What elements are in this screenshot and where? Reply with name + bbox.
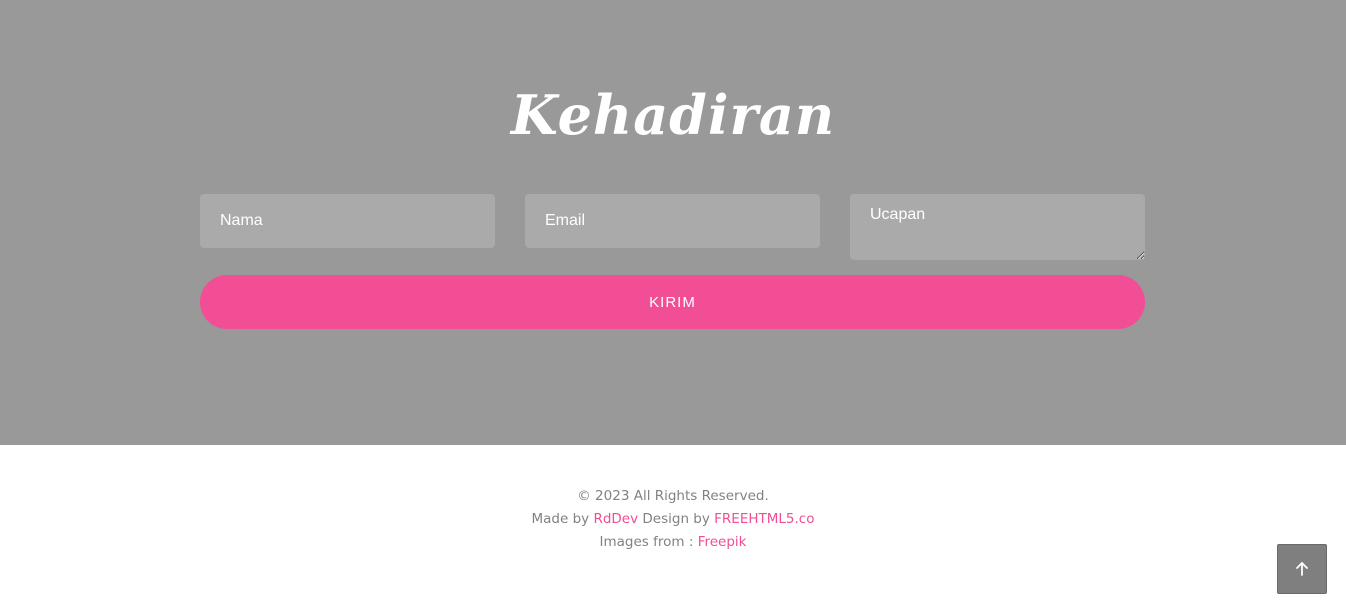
go-to-top-button[interactable] [1277, 544, 1327, 594]
credits-line: Made by RdDev Design by FREEHTML5.co [0, 508, 1346, 531]
design-by-label: Design by [642, 511, 710, 527]
footer: © 2023 All Rights Reserved. Made by RdDe… [0, 485, 1346, 554]
arrow-up-icon [1296, 562, 1308, 576]
section-title: Kehadiran [510, 83, 836, 147]
freepik-link[interactable]: Freepik [698, 534, 747, 550]
freehtml5-link[interactable]: FREEHTML5.co [714, 511, 814, 527]
images-credit-line: Images from : Freepik [0, 531, 1346, 554]
email-input[interactable] [525, 194, 820, 248]
message-textarea[interactable] [850, 194, 1145, 260]
submit-button[interactable]: KIRIM [200, 275, 1145, 329]
images-from-label: Images from : [599, 534, 694, 550]
copyright-text: © 2023 All Rights Reserved. [577, 488, 769, 504]
name-input[interactable] [200, 194, 495, 248]
rddev-link[interactable]: RdDev [593, 511, 638, 527]
rsvp-section: Kehadiran KIRIM [0, 0, 1346, 445]
made-by-label: Made by [531, 511, 590, 527]
